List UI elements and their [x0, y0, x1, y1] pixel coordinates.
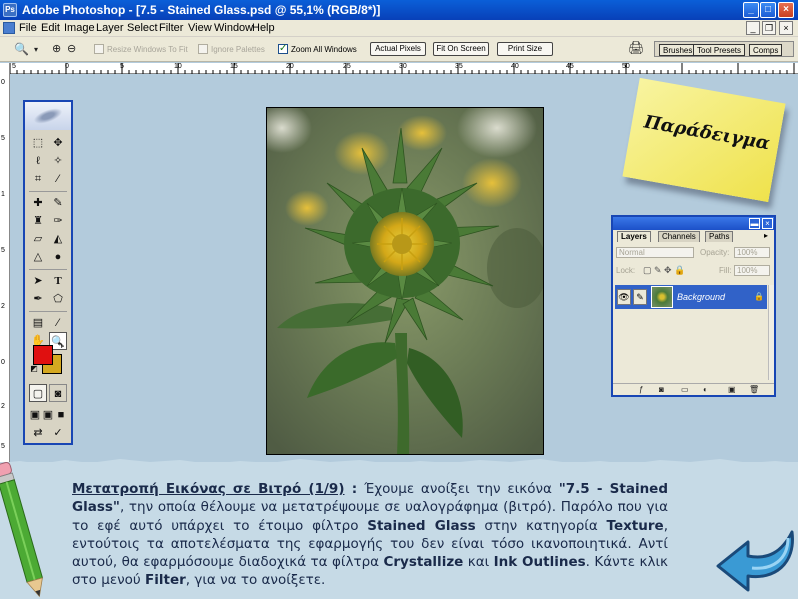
pencil-icon [0, 461, 44, 598]
caption-title: Μετατροπή Εικόνας σε Βιτρό (1/9) [72, 481, 345, 497]
ruler-label: 0 [65, 63, 69, 70]
photoshop-tutorial-screen: Ps Adobe Photoshop - [7.5 - Stained Glas… [0, 0, 798, 599]
menu-filter[interactable]: Filter [159, 22, 183, 34]
menu-layer[interactable]: Layer [96, 22, 124, 34]
panel-close-button[interactable]: × [762, 218, 773, 229]
file-browser-icon[interactable]: 🖨 [628, 40, 645, 56]
fill-label: Fill: [719, 266, 732, 275]
print-size-button[interactable]: Print Size [497, 42, 553, 56]
layers-panel-footer: ƒ ◙ ▭ ◐ ▣ 🗑 [613, 383, 774, 395]
tab-brushes[interactable]: Brushes [659, 44, 697, 56]
ruler-label: 35 [455, 63, 463, 70]
lock-icon: 🔒 [754, 292, 764, 301]
layer-style-icon[interactable]: ƒ [639, 385, 643, 394]
resize-windows-label: Resize Windows To Fit [107, 45, 188, 54]
actual-pixels-button[interactable]: Actual Pixels [370, 42, 426, 56]
document-canvas[interactable] [266, 107, 544, 455]
caption-bold: Filter [145, 572, 186, 589]
adjustment-layer-icon[interactable]: ◐ [703, 385, 708, 394]
caption-bold: Ink Outlines [493, 554, 586, 571]
eye-visibility-icon[interactable]: 👁 [617, 289, 631, 305]
ruler-label: 15 [230, 63, 238, 70]
lock-label: Lock: [616, 266, 636, 275]
tab-paths[interactable]: Paths [705, 231, 734, 242]
menu-bar: File Edit Image Layer Select Filter View… [0, 20, 798, 37]
layer-row-background[interactable]: 👁 ✎ Background 🔒 [615, 285, 767, 309]
sticky-note: Παράδειγμα [622, 77, 786, 203]
horizontal-ruler: 5 0 5 10 15 20 25 30 35 40 45 50 [10, 63, 798, 74]
options-bar: 🔍 ▾ ⊕ ⊖ Resize Windows To Fit Ignore Pal… [0, 37, 798, 62]
title-bar: Ps Adobe Photoshop - [7.5 - Stained Glas… [0, 0, 798, 20]
menu-image[interactable]: Image [64, 22, 95, 34]
caption-bold: Stained Glass [367, 517, 476, 534]
caption-bold: Texture [606, 517, 664, 534]
zoom-all-windows-checkbox[interactable]: Zoom All Windows [278, 43, 357, 54]
tab-comps[interactable]: Comps [749, 44, 783, 56]
ruler-label: 30 [399, 63, 407, 70]
caption-text: στην κατηγορία [475, 517, 607, 534]
foreground-color-swatch[interactable] [33, 345, 53, 365]
layer-name: Background [677, 292, 726, 302]
caption-text: , για να το ανοίξετε. [185, 572, 326, 589]
ruler-label: 25 [343, 63, 351, 70]
sunflower-photo [267, 108, 543, 454]
close-button[interactable]: × [778, 2, 794, 18]
ruler-label: 50 [622, 63, 630, 70]
caption-text: και [463, 554, 494, 571]
resize-windows-checkbox[interactable]: Resize Windows To Fit [94, 44, 188, 54]
caption-bold: Crystallize [383, 554, 464, 571]
window-title: Adobe Photoshop - [7.5 - Stained Glass.p… [22, 3, 381, 17]
layer-mask-icon[interactable]: ◙ [659, 385, 664, 394]
minimize-button[interactable]: _ [743, 2, 759, 18]
ruler-label: 45 [566, 63, 574, 70]
fit-on-screen-button[interactable]: Fit On Screen [433, 42, 489, 56]
blend-mode-select[interactable]: Normal [616, 247, 694, 258]
menu-help[interactable]: Help [252, 22, 275, 34]
doc-close-button[interactable]: × [779, 21, 793, 35]
menu-window[interactable]: Window [214, 22, 253, 34]
maximize-button[interactable]: □ [760, 2, 776, 18]
panel-menu-icon[interactable]: ▸ [764, 231, 768, 240]
ignore-palettes-label: Ignore Palettes [211, 45, 265, 54]
ignore-palettes-checkbox[interactable]: Ignore Palettes [198, 44, 265, 54]
ruler-label: 10 [174, 63, 182, 70]
zoom-out-icon[interactable]: ⊖ [67, 42, 76, 55]
tab-tool-presets[interactable]: Tool Presets [693, 44, 746, 56]
new-group-icon[interactable]: ▭ [681, 385, 689, 394]
zoom-all-windows-label: Zoom All Windows [291, 45, 357, 54]
sticky-note-text: Παράδειγμα [642, 111, 772, 155]
opacity-field[interactable]: 100% [734, 247, 770, 258]
menu-view[interactable]: View [188, 22, 212, 34]
palette-well: Brushes Tool Presets Comps [654, 41, 794, 57]
tutorial-caption: Μετατροπή Εικόνας σε Βιτρό (1/9) : Έχουμ… [72, 480, 668, 590]
tab-channels[interactable]: Channels [658, 231, 700, 242]
ruler-label: 5 [120, 63, 124, 70]
menu-select[interactable]: Select [127, 22, 158, 34]
ruler-label: 20 [286, 63, 294, 70]
layers-panel-titlebar[interactable]: ▬ × [613, 217, 774, 230]
fill-field[interactable]: 100% [734, 265, 770, 276]
panel-minimize-button[interactable]: ▬ [749, 218, 760, 229]
lock-icons[interactable]: ▢ ✎ ✥ 🔒 [643, 265, 685, 276]
trash-icon[interactable]: 🗑 [749, 385, 759, 394]
opacity-label: Opacity: [700, 248, 730, 257]
layers-panel: ▬ × Layers Channels Paths ▸ Normal Opaci… [611, 215, 776, 397]
doc-restore-button[interactable]: ❐ [762, 21, 776, 35]
new-layer-icon[interactable]: ▣ [728, 385, 736, 394]
layer-thumbnail [651, 286, 673, 308]
caption-text: Έχουμε ανοίξει την εικόνα [364, 481, 559, 497]
tab-layers[interactable]: Layers [617, 231, 651, 242]
caption-separator: : [344, 481, 365, 497]
back-arrow-button[interactable] [712, 524, 798, 596]
layers-scrollbar[interactable] [768, 285, 774, 380]
ruler-label: 40 [511, 63, 519, 70]
brush-link-icon[interactable]: ✎ [633, 289, 647, 305]
doc-minimize-button[interactable]: _ [746, 21, 760, 35]
